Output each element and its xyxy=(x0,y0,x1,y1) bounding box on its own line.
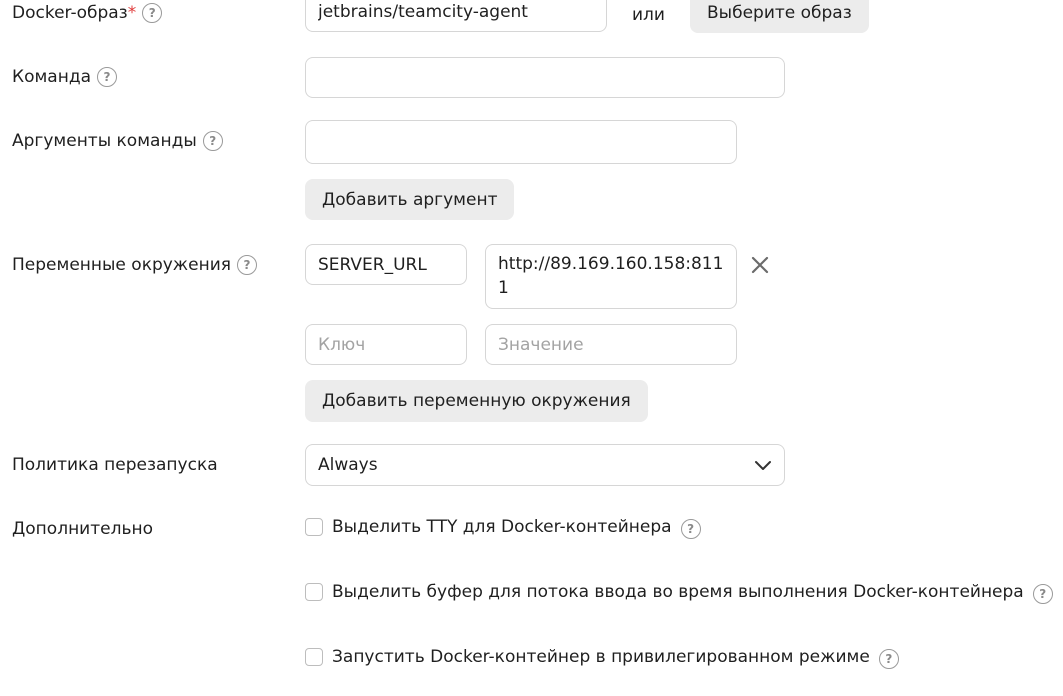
checkbox-stdin-buffer-label[interactable]: Выделить буфер для потока ввода во время… xyxy=(332,582,1024,602)
command-label-text: Команда xyxy=(12,67,91,87)
additional-label: Дополнительно xyxy=(12,517,153,541)
command-label: Команда ? xyxy=(12,65,117,89)
env-key-new-input[interactable] xyxy=(305,324,467,365)
checkbox-privileged-label[interactable]: Запустить Docker-контейнер в привилегиро… xyxy=(332,647,870,667)
command-args-label-text: Аргументы команды xyxy=(12,131,197,151)
command-args-input[interactable] xyxy=(305,120,737,164)
close-icon[interactable] xyxy=(751,256,769,274)
required-mark: * xyxy=(127,3,137,23)
command-input[interactable] xyxy=(305,57,785,98)
checkbox-privileged[interactable]: Запустить Docker-контейнер в привилегиро… xyxy=(305,644,899,669)
question-circle-icon[interactable]: ? xyxy=(878,649,899,669)
or-text: или xyxy=(632,5,665,25)
env-key-input[interactable] xyxy=(305,244,467,285)
question-circle-icon[interactable]: ? xyxy=(236,255,257,275)
docker-image-label-text: Docker-образ xyxy=(12,3,128,23)
question-circle-icon[interactable]: ? xyxy=(1032,584,1053,604)
env-vars-label-text: Переменные окружения xyxy=(12,255,231,275)
command-args-label: Аргументы команды ? xyxy=(12,129,223,153)
checkbox-tty-box[interactable] xyxy=(305,517,323,536)
question-circle-icon[interactable]: ? xyxy=(202,131,223,151)
question-circle-icon[interactable]: ? xyxy=(142,3,163,23)
restart-policy-label: Политика перезапуска xyxy=(12,453,218,477)
env-value-input[interactable]: http://89.169.160.158:8111 xyxy=(485,244,737,309)
restart-policy-select[interactable]: Always xyxy=(305,444,785,486)
restart-policy-value: Always xyxy=(318,455,378,475)
question-circle-icon[interactable]: ? xyxy=(97,67,117,87)
chevron-down-icon xyxy=(755,461,771,470)
checkbox-privileged-box[interactable] xyxy=(305,647,323,666)
env-value-new-input[interactable] xyxy=(485,324,737,365)
checkbox-tty-label[interactable]: Выделить TTY для Docker-контейнера xyxy=(332,517,672,537)
checkbox-stdin-buffer[interactable]: Выделить буфер для потока ввода во время… xyxy=(305,579,1053,604)
env-vars-label: Переменные окружения ? xyxy=(12,253,257,277)
question-circle-icon[interactable]: ? xyxy=(680,519,701,539)
add-env-var-button[interactable]: Добавить переменную окружения xyxy=(305,380,648,422)
docker-image-label: Docker-образ * ? xyxy=(12,1,163,25)
checkbox-stdin-buffer-box[interactable] xyxy=(305,582,323,601)
additional-label-text: Дополнительно xyxy=(12,519,153,539)
restart-policy-label-text: Политика перезапуска xyxy=(12,455,218,475)
add-argument-button[interactable]: Добавить аргумент xyxy=(305,179,515,220)
checkbox-tty[interactable]: Выделить TTY для Docker-контейнера ? xyxy=(305,514,701,539)
docker-image-input[interactable] xyxy=(305,0,607,32)
choose-image-button[interactable]: Выберите образ xyxy=(690,0,869,33)
